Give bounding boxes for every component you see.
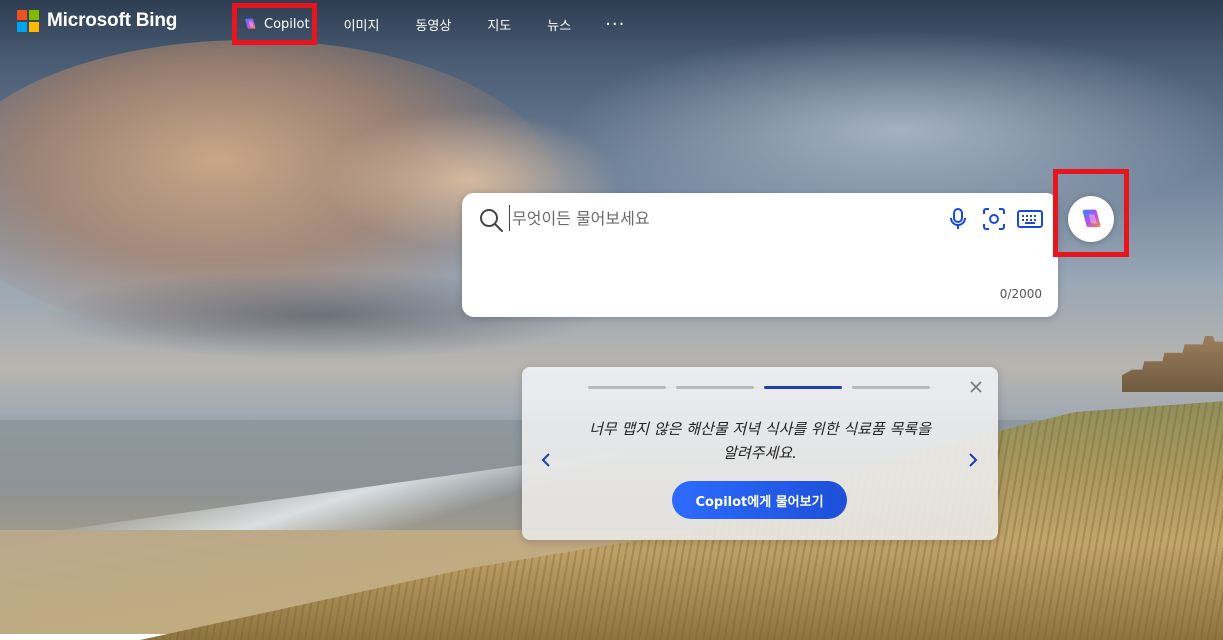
microphone-button[interactable] [944,205,972,233]
copilot-icon [245,18,256,29]
search-input[interactable] [509,205,932,231]
suggestion-text: 너무 맵지 않은 해산물 저녁 식사를 위한 식료품 목록을 알려주세요. [589,420,931,462]
header: Microsoft Bing Copilot 이미지 동영상 지도 뉴스 ··· [0,0,1223,48]
character-counter: 0/2000 [999,287,1042,301]
keyboard-icon [1017,210,1043,228]
top-nav: Copilot 이미지 동영상 지도 뉴스 ··· [232,0,641,48]
nav-item-news[interactable]: 뉴스 [529,0,589,48]
close-icon[interactable] [968,379,984,395]
brand-logo[interactable]: Microsoft Bing [17,10,177,32]
visual-search-icon [983,208,1005,230]
carousel-dot[interactable] [852,386,930,389]
carousel-dot[interactable] [588,386,666,389]
copilot-button[interactable] [1068,196,1114,242]
chevron-left-icon[interactable] [537,451,555,469]
carousel-dot-active[interactable] [764,386,842,389]
chevron-right-icon[interactable] [964,451,982,469]
search-box: 0/2000 [462,193,1058,317]
ask-copilot-button[interactable]: Copilot에게 물어보기 [672,481,847,519]
microsoft-logo-icon [17,10,39,32]
keyboard-button[interactable] [1016,205,1044,233]
nav-item-copilot[interactable]: Copilot [232,0,320,48]
castle [1122,336,1223,392]
nav-item-label: Copilot [264,16,310,32]
copilot-icon [1082,209,1101,228]
brand-name: Microsoft Bing [47,10,178,31]
nav-item-videos[interactable]: 동영상 [397,0,469,48]
more-menu-button[interactable]: ··· [589,0,641,48]
visual-search-button[interactable] [980,205,1008,233]
carousel-dot[interactable] [676,386,754,389]
nav-item-images[interactable]: 이미지 [326,0,398,48]
carousel-indicator [588,386,930,389]
search-icon [480,209,503,232]
nav-item-maps[interactable]: 지도 [469,0,529,48]
microphone-icon [950,208,966,229]
suggestion-card: 너무 맵지 않은 해산물 저녁 식사를 위한 식료품 목록을 알려주세요. Co… [522,367,998,540]
